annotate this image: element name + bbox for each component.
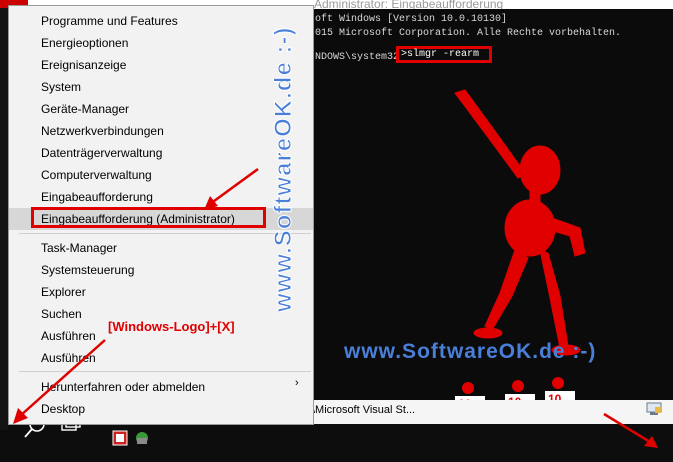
desktop-edge (0, 0, 8, 430)
console-command: >slmgr -rearm (401, 49, 480, 60)
menu-item-network-connections[interactable]: Netzwerkverbindungen (9, 120, 313, 142)
arrow-to-start-icon (13, 339, 106, 424)
console-title-bar[interactable]: Administrator: Eingabeaufforderung (300, 0, 673, 9)
arrow-to-taskbar-icon (603, 412, 658, 448)
menu-item-programs-features[interactable]: Programme und Features (9, 10, 313, 32)
menu-item-command-prompt[interactable]: Eingabeaufforderung (9, 186, 313, 208)
console-prompt: NDOWS\system32 (315, 52, 400, 63)
menu-item-device-manager[interactable]: Geräte-Manager (9, 98, 313, 120)
menu-separator (19, 233, 311, 234)
watermark-vertical: www.SoftwareOK.de :-) (270, 26, 298, 312)
cartoon-figure-image: 10 10 10 (454, 89, 586, 411)
submenu-chevron-icon: › (295, 377, 299, 389)
taskbar-visual-studio-item[interactable]: \Microsoft Visual St... (312, 404, 415, 416)
console-copyright-line: 015 Microsoft Corporation. Alle Rechte v… (315, 28, 622, 39)
menu-item-control-panel[interactable]: Systemsteuerung (9, 259, 313, 281)
network-app-icon[interactable] (134, 430, 150, 446)
menu-item-explorer[interactable]: Explorer (9, 281, 313, 303)
menu-item-computer-management[interactable]: Computerverwaltung (9, 164, 313, 186)
menu-item-task-manager[interactable]: Task-Manager (9, 237, 313, 259)
menu-item-event-viewer[interactable]: Ereignisanzeige (9, 54, 313, 76)
console-app-icon[interactable] (112, 430, 128, 446)
menu-item-system[interactable]: System (9, 76, 313, 98)
watermark-horizontal: www.SoftwareOK.de :-) (344, 340, 597, 363)
console-command-highlight: >slmgr -rearm (396, 46, 492, 63)
menu-item-power-options[interactable]: Energieoptionen (9, 32, 313, 54)
menu-item-disk-management[interactable]: Datenträgerverwaltung (9, 142, 313, 164)
arrow-to-admin-prompt-icon (204, 167, 259, 210)
console-version-line: oft Windows [Version 10.0.10130] (315, 14, 508, 25)
shortcut-annotation: [Windows-Logo]+[X] (108, 319, 235, 334)
